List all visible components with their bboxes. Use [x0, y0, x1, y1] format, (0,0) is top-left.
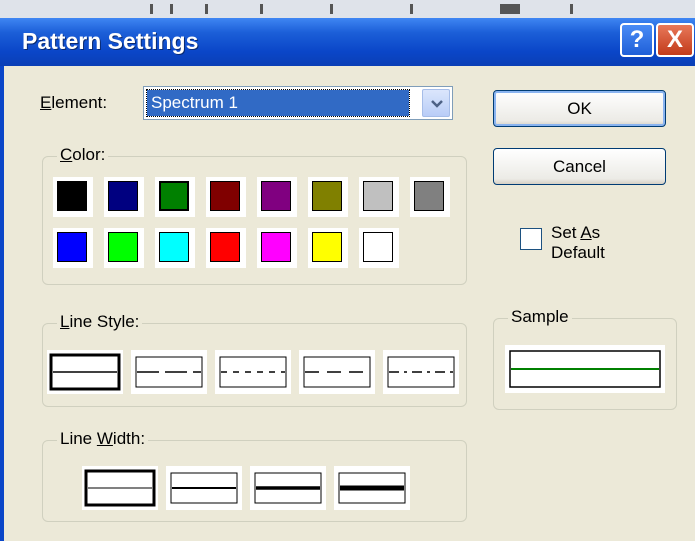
color-swatch-fill — [414, 181, 444, 211]
color-swatch[interactable] — [257, 228, 297, 268]
color-swatch-fill — [210, 181, 240, 211]
element-value: Spectrum 1 — [146, 89, 410, 117]
line-style-group-label: Line Style: — [57, 312, 143, 332]
line-width-option[interactable] — [334, 466, 410, 510]
color-swatch[interactable] — [257, 177, 297, 217]
title-bar: Pattern Settings ? X — [0, 18, 695, 66]
window-border — [0, 66, 4, 541]
color-swatch-fill — [363, 232, 393, 262]
line-width-option[interactable] — [166, 466, 242, 510]
line-style-option[interactable] — [47, 350, 123, 394]
line-width-group-label: Line Width: — [57, 429, 149, 449]
color-swatch[interactable] — [53, 177, 93, 217]
color-swatch-fill — [108, 232, 138, 262]
color-swatch-fill — [210, 232, 240, 262]
color-swatch[interactable] — [410, 177, 450, 217]
color-swatch-fill — [159, 232, 189, 262]
color-swatch-fill — [108, 181, 138, 211]
sample-group-label: Sample — [508, 307, 572, 327]
close-button[interactable]: X — [656, 23, 694, 57]
color-swatch[interactable] — [155, 228, 195, 268]
color-swatch[interactable] — [53, 228, 93, 268]
line-width-option[interactable] — [82, 466, 158, 510]
color-swatch-fill — [363, 181, 393, 211]
color-swatch-fill — [159, 181, 189, 211]
color-swatch[interactable] — [104, 228, 144, 268]
color-swatch-fill — [312, 181, 342, 211]
color-swatch-fill — [312, 232, 342, 262]
line-style-option[interactable] — [215, 350, 291, 394]
line-style-option[interactable] — [383, 350, 459, 394]
dialog-title: Pattern Settings — [22, 28, 199, 54]
element-dropdown[interactable]: Spectrum 1 — [143, 86, 453, 120]
color-swatch[interactable] — [104, 177, 144, 217]
line-width-option[interactable] — [250, 466, 326, 510]
color-swatch[interactable] — [206, 228, 246, 268]
ok-button[interactable]: OK — [493, 90, 666, 127]
set-as-default-label: Set As Default — [551, 223, 605, 262]
chevron-down-icon[interactable] — [422, 89, 450, 117]
cancel-button[interactable]: Cancel — [493, 148, 666, 185]
color-swatch-fill — [261, 181, 291, 211]
line-style-option[interactable] — [299, 350, 375, 394]
element-label: Element: — [40, 93, 108, 112]
set-as-default-checkbox[interactable] — [520, 228, 542, 250]
color-group-label: Color: — [57, 145, 109, 165]
color-swatch[interactable] — [359, 177, 399, 217]
color-swatch-fill — [261, 232, 291, 262]
color-swatch[interactable] — [308, 228, 348, 268]
color-swatch-fill — [57, 181, 87, 211]
help-button[interactable]: ? — [620, 23, 654, 57]
background-app-strip — [0, 0, 695, 18]
color-swatch-fill — [57, 232, 87, 262]
color-swatch[interactable] — [155, 177, 195, 217]
color-swatch[interactable] — [308, 177, 348, 217]
color-swatch[interactable] — [359, 228, 399, 268]
color-swatch[interactable] — [206, 177, 246, 217]
sample-preview — [505, 345, 665, 393]
line-style-option[interactable] — [131, 350, 207, 394]
